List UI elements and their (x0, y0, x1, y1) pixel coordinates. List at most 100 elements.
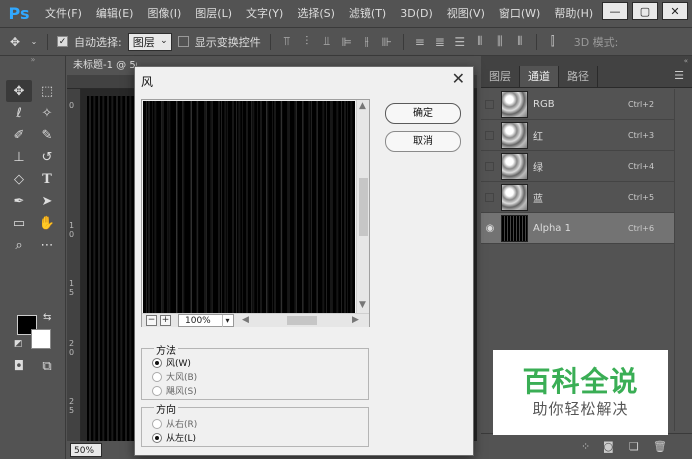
visibility-toggle[interactable] (485, 192, 494, 202)
align-top-icon[interactable]: ⫪ (280, 34, 294, 49)
marquee-tool-icon[interactable]: ⬚ (34, 80, 60, 102)
auto-select-dropdown[interactable]: 图层 ⌄ (127, 32, 172, 51)
eraser-tool-icon[interactable]: ◇ (6, 168, 32, 190)
magic-wand-tool-icon[interactable]: ✧ (34, 102, 60, 124)
tab-layers[interactable]: 图层 (481, 66, 520, 87)
preview-vertical-scrollbar[interactable]: ▲ ▼ (356, 100, 369, 313)
history-brush-tool-icon[interactable]: ↺ (34, 146, 60, 168)
rectangle-tool-icon[interactable]: ▭ (6, 212, 32, 234)
new-channel-icon[interactable]: ❏ (629, 440, 639, 453)
distribute-left-icon[interactable]: ⦀ (473, 34, 487, 49)
scroll-thumb[interactable] (287, 316, 317, 325)
radio-button[interactable] (152, 357, 162, 368)
panel-menu-icon[interactable]: ☰ (674, 69, 684, 82)
restore-button[interactable]: ▢ (632, 2, 658, 20)
radio-button[interactable] (152, 371, 162, 382)
visibility-toggle[interactable] (485, 99, 494, 109)
move-tool-icon[interactable]: ✥ (6, 35, 24, 49)
background-color-swatch[interactable] (31, 329, 51, 349)
pen-tool-icon[interactable]: ✒ (6, 190, 32, 212)
radio-button[interactable] (152, 432, 162, 443)
brush-tool-icon[interactable]: ✎ (34, 124, 60, 146)
quick-mask-icon[interactable]: ◘ (8, 356, 30, 376)
close-icon[interactable]: ✕ (452, 69, 465, 88)
show-transform-checkbox[interactable] (177, 36, 189, 47)
preview-image[interactable] (143, 101, 355, 313)
delete-channel-icon[interactable]: 🗑 (653, 440, 667, 453)
distribute-hcenter-icon[interactable]: ⫼ (493, 34, 507, 49)
menu-image[interactable]: 图像(I) (140, 0, 188, 28)
move-tool-icon[interactable]: ✥ (6, 80, 32, 102)
zoom-out-button[interactable]: − (146, 315, 157, 326)
load-selection-icon[interactable]: ⁘ (581, 440, 590, 453)
tab-channels[interactable]: 通道 (520, 66, 559, 87)
channel-row-green[interactable]: 绿 Ctrl+4 (481, 151, 674, 182)
panel-scrollbar[interactable] (674, 89, 692, 431)
direction-option-from-left[interactable]: 从左(L) (152, 431, 196, 444)
eyedropper-tool-icon[interactable]: ✐ (6, 124, 32, 146)
method-option-blast[interactable]: 大风(B) (152, 370, 197, 383)
auto-select-checkbox[interactable]: ✓ (57, 36, 68, 47)
scroll-left-icon[interactable]: ◀ (242, 315, 249, 325)
screen-mode-icon[interactable]: ⧉ (36, 356, 58, 376)
menu-3d[interactable]: 3D(D) (393, 0, 440, 28)
scroll-up-icon[interactable]: ▲ (359, 101, 366, 111)
align-hcenter-icon[interactable]: ⫲ (360, 34, 374, 49)
channel-row-blue[interactable]: 蓝 Ctrl+5 (481, 182, 674, 213)
align-vcenter-icon[interactable]: ⫶ (300, 34, 314, 49)
document-tab[interactable]: 未标题-1 @ 50%(Alpha 1/8) (67, 57, 137, 75)
direction-option-from-right[interactable]: 从右(R) (152, 417, 197, 430)
minimize-button[interactable]: — (602, 2, 628, 20)
menu-view[interactable]: 视图(V) (440, 0, 492, 28)
menu-type[interactable]: 文字(Y) (239, 0, 290, 28)
align-right-icon[interactable]: ⊪ (380, 35, 394, 49)
hand-tool-icon[interactable]: ✋ (34, 212, 60, 234)
path-select-tool-icon[interactable]: ➤ (34, 190, 60, 212)
menu-help[interactable]: 帮助(H) (547, 0, 600, 28)
channel-row-rgb[interactable]: RGB Ctrl+2 (481, 89, 674, 120)
visibility-toggle[interactable] (485, 161, 494, 171)
align-bottom-icon[interactable]: ⫫ (320, 34, 334, 49)
scroll-down-icon[interactable]: ▼ (359, 300, 366, 310)
default-colors-icon[interactable]: ◩ (14, 339, 23, 349)
distribute-vcenter-icon[interactable]: ≣ (433, 35, 447, 49)
scroll-thumb[interactable] (359, 178, 368, 236)
align-left-icon[interactable]: ⊫ (340, 35, 354, 49)
auto-align-icon[interactable]: ⫿ (546, 34, 560, 49)
close-window-button[interactable]: ✕ (662, 2, 688, 20)
more-tools-icon[interactable]: ⋯ (34, 234, 60, 256)
scroll-right-icon[interactable]: ▶ (352, 315, 359, 325)
save-selection-icon[interactable]: ◙ (603, 440, 614, 453)
preview-zoom-select[interactable]: 100% ▾ (178, 314, 234, 327)
cancel-button[interactable]: 取消 (385, 131, 461, 152)
tab-paths[interactable]: 路径 (559, 66, 598, 87)
channel-row-alpha-1[interactable]: ◉ Alpha 1 Ctrl+6 (481, 213, 674, 244)
distribute-right-icon[interactable]: ⫴ (513, 34, 527, 49)
distribute-top-icon[interactable]: ≡ (413, 35, 427, 49)
lasso-tool-icon[interactable]: ℓ (6, 102, 32, 124)
zoom-level-field[interactable]: 50% (70, 443, 102, 457)
menu-layer[interactable]: 图层(L) (188, 0, 239, 28)
menu-select[interactable]: 选择(S) (290, 0, 342, 28)
stamp-tool-icon[interactable]: ⊥ (6, 146, 32, 168)
panel-collapse-icon[interactable]: » (0, 56, 66, 64)
panel-collapse-icon[interactable]: « (481, 56, 692, 66)
menu-filter[interactable]: 滤镜(T) (342, 0, 393, 28)
distribute-bottom-icon[interactable]: ☰ (453, 35, 467, 49)
visibility-toggle[interactable] (485, 130, 494, 140)
menu-window[interactable]: 窗口(W) (492, 0, 547, 28)
ok-button[interactable]: 确定 (385, 103, 461, 124)
tool-preset-chevron-icon[interactable]: ⌄ (30, 37, 38, 46)
eye-icon[interactable]: ◉ (481, 223, 499, 234)
zoom-in-button[interactable]: + (160, 315, 171, 326)
swap-colors-icon[interactable]: ⇆ (43, 312, 51, 323)
method-option-wind[interactable]: 风(W) (152, 356, 191, 369)
zoom-tool-icon[interactable]: ⌕ (6, 234, 32, 256)
radio-button[interactable] (152, 418, 162, 429)
radio-button[interactable] (152, 385, 162, 396)
menu-file[interactable]: 文件(F) (38, 0, 89, 28)
type-tool-icon[interactable]: T (34, 168, 60, 190)
method-option-stagger[interactable]: 飓风(S) (152, 384, 197, 397)
menu-edit[interactable]: 编辑(E) (89, 0, 141, 28)
channel-row-red[interactable]: 红 Ctrl+3 (481, 120, 674, 151)
